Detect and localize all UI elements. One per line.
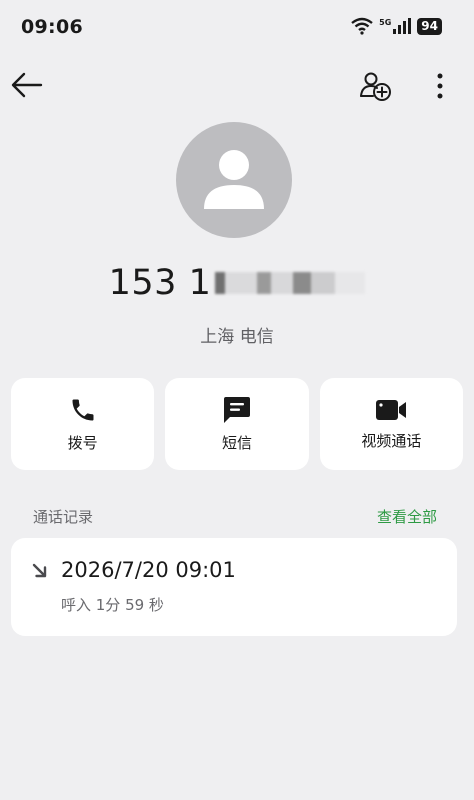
- call-history-title: 通话记录: [33, 508, 94, 526]
- phone-location: 上海 电信: [200, 327, 274, 347]
- call-datetime: 2026/7/20 09:01: [61, 558, 236, 582]
- status-icons: 5G 94: [351, 14, 442, 38]
- call-label: 拨号: [67, 433, 98, 452]
- video-call-button[interactable]: 视频通话: [319, 378, 463, 470]
- back-arrow-icon[interactable]: [10, 70, 44, 100]
- status-time: 09:06: [21, 16, 83, 38]
- video-call-label: 视频通话: [361, 431, 422, 450]
- video-call-icon: [376, 399, 407, 420]
- sms-label: 短信: [221, 433, 252, 452]
- contact-avatar: [176, 122, 292, 238]
- message-icon: [223, 396, 250, 423]
- view-all-link[interactable]: 查看全部: [377, 506, 437, 527]
- call-detail: 呼入 1分 59 秒: [61, 596, 164, 614]
- phone-icon: [72, 399, 94, 420]
- phone-number-row: 153 1: [0, 260, 474, 306]
- sms-button[interactable]: 短信: [165, 378, 309, 470]
- network-type-label: 5G: [379, 17, 392, 27]
- add-contact-icon[interactable]: [359, 70, 393, 102]
- more-options-icon[interactable]: [428, 70, 452, 102]
- call-button[interactable]: 拨号: [11, 378, 155, 470]
- battery-indicator: 94: [417, 17, 442, 35]
- signal-icon: [393, 18, 412, 34]
- status-bar: 09:06 5G 94: [0, 0, 474, 56]
- call-history-header: 通话记录 查看全部: [33, 506, 437, 527]
- wifi-icon: [351, 17, 373, 35]
- call-record[interactable]: 2026/7/20 09:01 呼入 1分 59 秒: [11, 538, 457, 636]
- phone-number: 153 1: [108, 263, 212, 303]
- action-buttons: 拨号 短信 视频通话: [11, 378, 463, 470]
- incoming-arrow-icon: [32, 563, 47, 578]
- redacted-digits: [215, 272, 366, 294]
- person-icon: [204, 150, 264, 209]
